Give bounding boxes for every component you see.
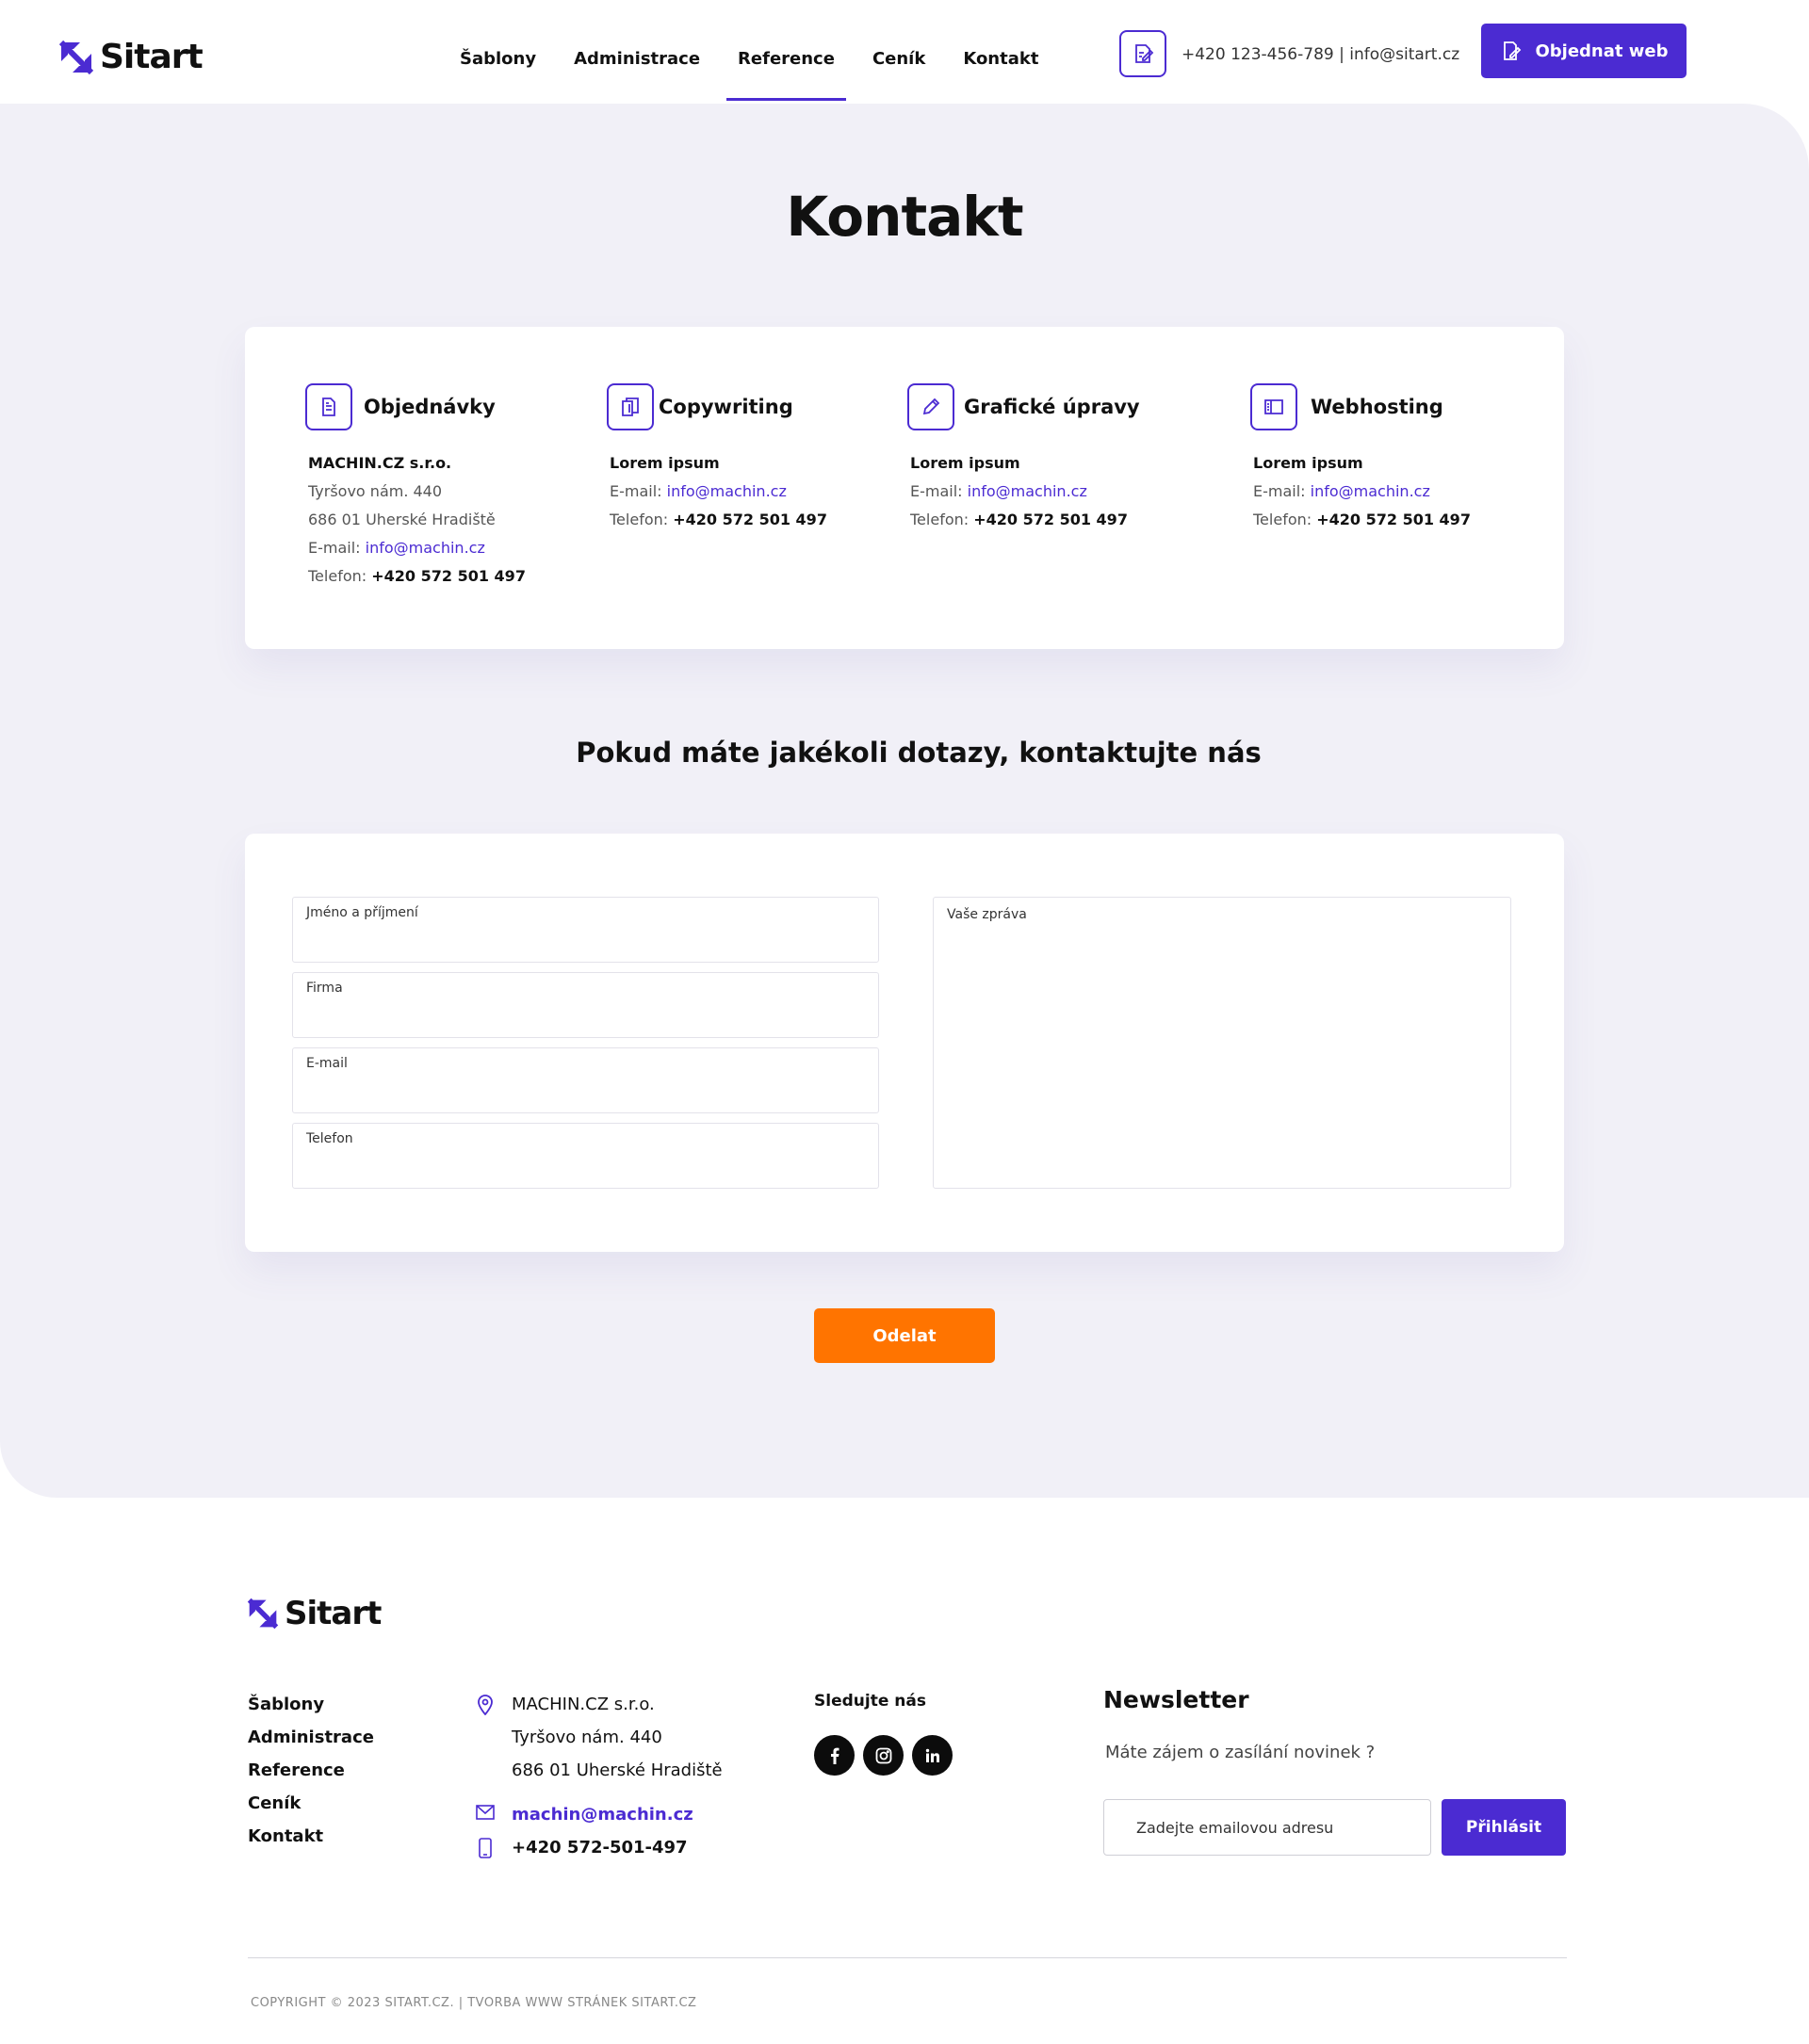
nav-item-kontakt[interactable]: Kontakt bbox=[944, 45, 1057, 101]
email-link[interactable]: info@machin.cz bbox=[1311, 482, 1430, 500]
email-link[interactable]: info@machin.cz bbox=[968, 482, 1087, 500]
email-line: E-mail: info@machin.cz bbox=[910, 482, 1087, 500]
logo-text: Sitart bbox=[285, 1595, 382, 1632]
contact-name: Lorem ipsum bbox=[610, 454, 720, 472]
site-header: Sitart Šablony Administrace Reference Ce… bbox=[0, 0, 1809, 104]
phone-link[interactable]: +420 572 501 497 bbox=[973, 511, 1128, 528]
footer-company: MACHIN.CZ s.r.o. bbox=[512, 1695, 655, 1714]
linkedin-icon[interactable] bbox=[912, 1735, 953, 1776]
department-title: Grafické úpravy bbox=[964, 396, 1140, 418]
pencil-icon bbox=[907, 383, 954, 430]
footer-nav-item-sablony[interactable]: Šablony bbox=[248, 1688, 374, 1721]
phone-link[interactable]: +420 572 501 497 bbox=[371, 567, 526, 585]
nav-item-administrace[interactable]: Administrace bbox=[555, 45, 719, 101]
footer-address: MACHIN.CZ s.r.o. Tyršovo nám. 440 686 01… bbox=[476, 1688, 723, 1864]
logo-text: Sitart bbox=[100, 38, 204, 76]
message-field-label: Vaše zpráva bbox=[947, 907, 1027, 922]
email-link[interactable]: info@machin.cz bbox=[366, 539, 485, 557]
site-logo[interactable]: Sitart bbox=[58, 38, 204, 76]
instagram-icon[interactable] bbox=[863, 1735, 904, 1776]
newsletter-subscribe-button[interactable]: Přihlásit bbox=[1442, 1799, 1566, 1856]
phone-line: Telefon: +420 572 501 497 bbox=[308, 567, 526, 585]
department-copywriting: Copywriting Lorem ipsum E-mail: info@mac… bbox=[607, 383, 827, 534]
department-title: Webhosting bbox=[1311, 396, 1443, 418]
mail-icon bbox=[476, 1798, 495, 1820]
address-line: Tyršovo nám. 440 bbox=[308, 482, 443, 500]
company-field-label: Firma bbox=[306, 981, 343, 996]
contact-name: Lorem ipsum bbox=[1253, 454, 1363, 472]
main-nav: Šablony Administrace Reference Ceník Kon… bbox=[441, 45, 1057, 101]
sitart-logo-icon bbox=[58, 40, 94, 74]
contact-form: Jméno a příjmení Firma E-mail Telefon Va… bbox=[245, 834, 1564, 1252]
newsletter-email-input[interactable]: Zadejte emailovou adresu bbox=[1103, 1799, 1431, 1856]
nav-item-reference[interactable]: Reference bbox=[719, 45, 854, 101]
company-field[interactable]: Firma bbox=[292, 972, 879, 1038]
map-pin-icon bbox=[476, 1688, 495, 1715]
company-name: MACHIN.CZ s.r.o. bbox=[308, 454, 452, 472]
footer-address-line: 686 01 Uherské Hradiště bbox=[512, 1760, 723, 1780]
footer-nav-item-reference[interactable]: Reference bbox=[248, 1754, 374, 1787]
email-line: E-mail: info@machin.cz bbox=[1253, 482, 1430, 500]
edit-document-icon[interactable] bbox=[1119, 30, 1166, 77]
edit-icon bbox=[1504, 41, 1522, 60]
server-icon bbox=[1250, 383, 1297, 430]
email-line: E-mail: info@machin.cz bbox=[610, 482, 787, 500]
footer-logo[interactable]: Sitart bbox=[247, 1595, 382, 1632]
footer-nav-item-cenik[interactable]: Ceník bbox=[248, 1787, 374, 1820]
main-section bbox=[0, 104, 1809, 1498]
department-title: Objednávky bbox=[364, 396, 496, 418]
follow-us-label: Sledujte nás bbox=[814, 1692, 926, 1711]
newsletter-text: Máte zájem o zasílání novinek ? bbox=[1105, 1743, 1376, 1762]
facebook-icon[interactable] bbox=[814, 1735, 855, 1776]
footer-divider bbox=[248, 1957, 1567, 1958]
contact-name: Lorem ipsum bbox=[910, 454, 1020, 472]
email-link[interactable]: info@machin.cz bbox=[667, 482, 787, 500]
name-field-label: Jméno a příjmení bbox=[306, 905, 418, 920]
email-line: E-mail: info@machin.cz bbox=[308, 539, 485, 557]
copy-document-icon bbox=[607, 383, 654, 430]
phone-field-label: Telefon bbox=[306, 1131, 353, 1146]
phone-line: Telefon: +420 572 501 497 bbox=[610, 511, 827, 528]
contact-subtitle: Pokud máte jakékoli dotazy, kontaktujte … bbox=[576, 737, 1262, 769]
social-links bbox=[814, 1735, 953, 1776]
footer-email-link[interactable]: machin@machin.cz bbox=[512, 1798, 693, 1831]
document-icon bbox=[305, 383, 352, 430]
phone-line: Telefon: +420 572 501 497 bbox=[1253, 511, 1471, 528]
footer-nav-item-administrace[interactable]: Administrace bbox=[248, 1721, 374, 1754]
department-graphics: Grafické úpravy Lorem ipsum E-mail: info… bbox=[907, 383, 1140, 534]
header-contact-info[interactable]: +420 123-456-789 | info@sitart.cz bbox=[1182, 45, 1459, 64]
email-field-label: E-mail bbox=[306, 1056, 348, 1071]
submit-button[interactable]: Odelat bbox=[814, 1308, 995, 1363]
department-title: Copywriting bbox=[659, 396, 793, 418]
footer-address-line: Tyršovo nám. 440 bbox=[512, 1728, 662, 1747]
newsletter-title: Newsletter bbox=[1103, 1686, 1249, 1713]
phone-link[interactable]: +420 572 501 497 bbox=[1316, 511, 1471, 528]
copyright-text: COPYRIGHT © 2023 SITART.CZ. | TVORBA WWW… bbox=[251, 1996, 697, 2010]
address-line: 686 01 Uherské Hradiště bbox=[308, 511, 496, 528]
order-button-label: Objednat web bbox=[1535, 41, 1669, 61]
phone-line: Telefon: +420 572 501 497 bbox=[910, 511, 1128, 528]
phone-field[interactable]: Telefon bbox=[292, 1123, 879, 1189]
nav-item-sablony[interactable]: Šablony bbox=[441, 45, 555, 101]
phone-icon bbox=[476, 1831, 495, 1858]
footer-nav: Šablony Administrace Reference Ceník Kon… bbox=[248, 1688, 374, 1853]
footer-phone-link[interactable]: +420 572-501-497 bbox=[512, 1831, 688, 1864]
nav-item-cenik[interactable]: Ceník bbox=[854, 45, 944, 101]
department-orders: Objednávky MACHIN.CZ s.r.o. Tyršovo nám.… bbox=[305, 383, 526, 591]
contacts-card: Objednávky MACHIN.CZ s.r.o. Tyršovo nám.… bbox=[245, 327, 1564, 649]
order-web-button[interactable]: Objednat web bbox=[1481, 24, 1687, 78]
name-field[interactable]: Jméno a příjmení bbox=[292, 897, 879, 963]
page-title: Kontakt bbox=[786, 185, 1023, 249]
sitart-logo-icon bbox=[247, 1598, 279, 1630]
department-webhosting: Webhosting Lorem ipsum E-mail: info@mach… bbox=[1250, 383, 1471, 534]
message-field[interactable]: Vaše zpráva bbox=[933, 897, 1511, 1189]
phone-link[interactable]: +420 572 501 497 bbox=[673, 511, 827, 528]
footer-nav-item-kontakt[interactable]: Kontakt bbox=[248, 1820, 374, 1853]
email-field[interactable]: E-mail bbox=[292, 1047, 879, 1113]
